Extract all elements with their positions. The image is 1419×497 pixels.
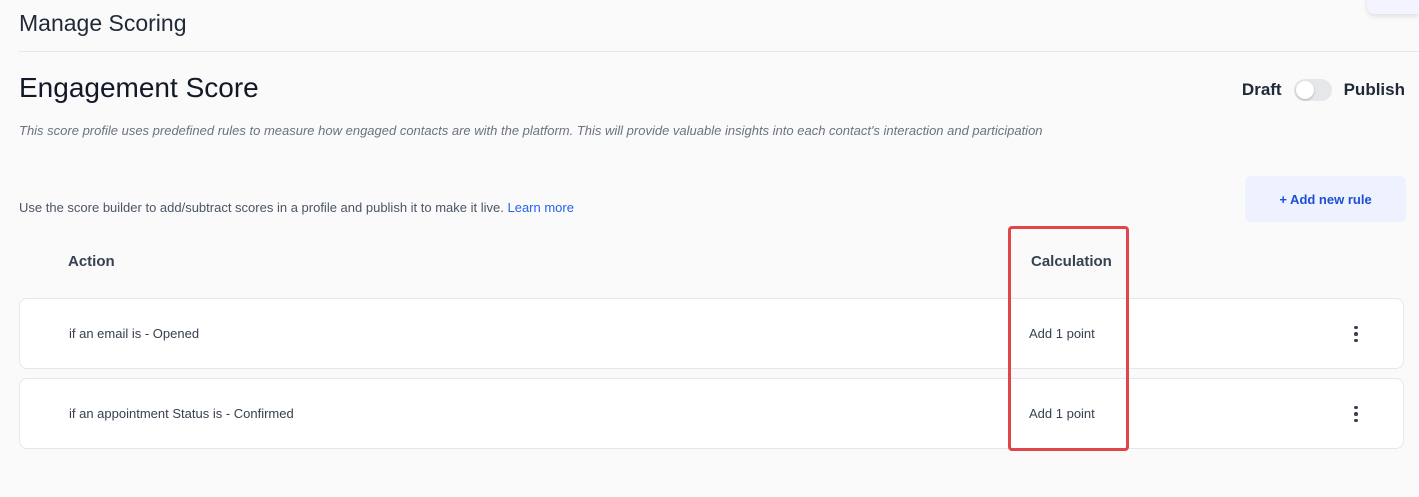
rule-action: if an email is - Opened [69, 326, 200, 341]
column-header-action: Action [68, 253, 115, 270]
publish-toggle-group: Draft Publish [1242, 79, 1405, 101]
score-profile-description: This score profile uses predefined rules… [19, 123, 1043, 138]
table-row: if an email is - Opened Add 1 point [19, 298, 1404, 369]
column-header-calculation: Calculation [1031, 253, 1112, 270]
table-row: if an appointment Status is - Confirmed … [19, 378, 1404, 449]
publish-toggle[interactable] [1293, 79, 1332, 101]
rule-action: if an appointment Status is - Confirmed [69, 406, 294, 421]
add-new-rule-button[interactable]: + Add new rule [1245, 176, 1406, 222]
draft-label: Draft [1241, 80, 1282, 99]
score-profile-title: Engagement Score [19, 72, 259, 103]
toggle-knob [1295, 81, 1314, 99]
builder-hint-text: Use the score builder to add/subtract sc… [19, 200, 508, 215]
more-vertical-icon[interactable] [1346, 323, 1366, 345]
header-divider [19, 51, 1419, 52]
rule-calculation: Add 1 point [1029, 326, 1095, 341]
learn-more-link[interactable]: Learn more [507, 200, 573, 215]
rule-calculation: Add 1 point [1029, 406, 1095, 421]
page-title: Manage Scoring [19, 10, 187, 36]
more-vertical-icon[interactable] [1346, 403, 1366, 425]
builder-hint: Use the score builder to add/subtract sc… [19, 200, 574, 215]
corner-popover [1367, 0, 1419, 14]
publish-label: Publish [1343, 80, 1405, 99]
